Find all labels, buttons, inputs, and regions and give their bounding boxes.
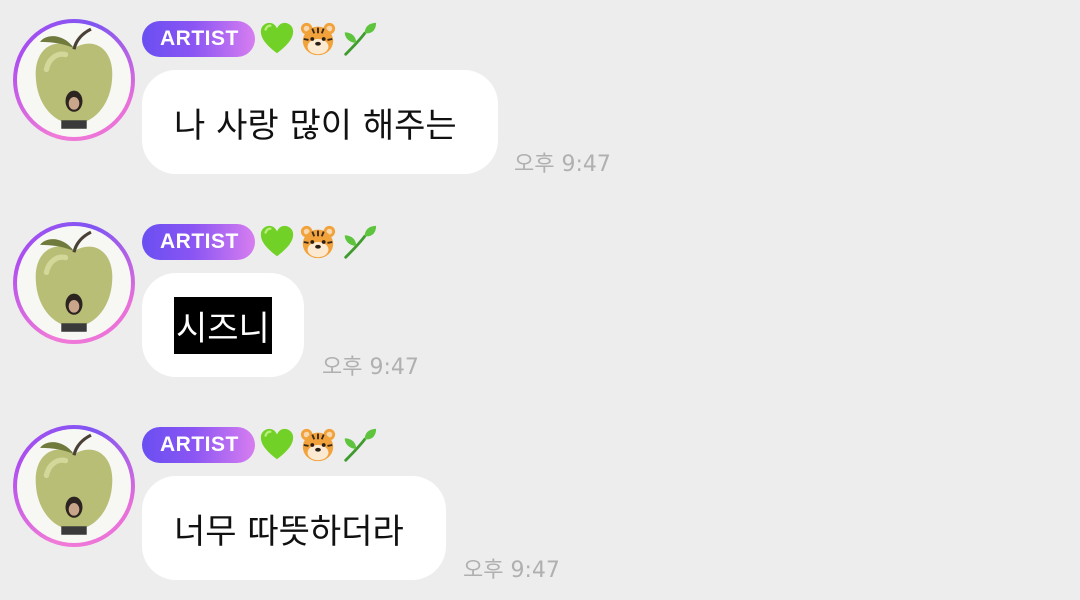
message-text: 나 사랑 많이 해주는 (174, 105, 457, 146)
chat-message: ARTIST 시즈니 오후 9:47 (0, 203, 1080, 383)
sender-row: ARTIST (142, 426, 378, 464)
tiger-face-icon (299, 20, 337, 58)
message-timestamp: 오후 9:47 (514, 152, 611, 177)
tiger-face-icon (299, 223, 337, 261)
artist-badge: ARTIST (142, 224, 255, 260)
green-heart-icon (258, 223, 296, 261)
artist-badge: ARTIST (142, 427, 255, 463)
seedling-icon (340, 20, 378, 58)
green-heart-icon (258, 20, 296, 58)
message-text: 너무 따뜻하더라 (174, 511, 404, 552)
seedling-icon (340, 223, 378, 261)
highlighted-message-text: 시즈니 (174, 296, 272, 354)
green-heart-icon (258, 426, 296, 464)
chat-message: ARTIST 나 사랑 많이 해주는 오후 9:47 (0, 0, 1080, 180)
message-timestamp: 오후 9:47 (322, 355, 419, 380)
message-bubble[interactable]: 시즈니 (142, 273, 304, 377)
seedling-icon (340, 426, 378, 464)
message-timestamp: 오후 9:47 (463, 558, 560, 583)
chat-message: ARTIST 너무 따뜻하더라 오후 9:47 (0, 406, 1080, 586)
sender-row: ARTIST (142, 223, 378, 261)
tiger-face-icon (299, 426, 337, 464)
message-bubble[interactable]: 나 사랑 많이 해주는 (142, 70, 498, 174)
apple-avatar-image (17, 429, 131, 543)
sender-row: ARTIST (142, 20, 378, 58)
message-bubble[interactable]: 너무 따뜻하더라 (142, 476, 446, 580)
avatar[interactable] (13, 19, 135, 141)
artist-badge: ARTIST (142, 21, 255, 57)
apple-avatar-image (17, 226, 131, 340)
avatar[interactable] (13, 425, 135, 547)
apple-avatar-image (17, 23, 131, 137)
avatar[interactable] (13, 222, 135, 344)
